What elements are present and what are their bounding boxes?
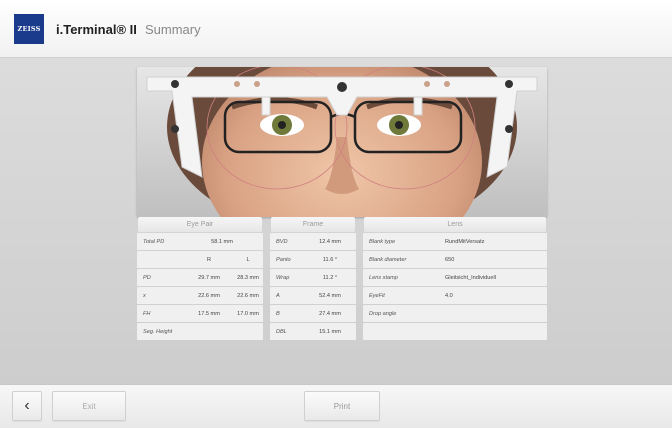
b-value: 27.4 mm	[319, 310, 341, 317]
seg-height-row: Seg. Height	[137, 323, 263, 340]
x-row: x 22.6 mm 22.6 mm	[137, 287, 263, 304]
pd-left-value: 28.3 mm	[237, 274, 259, 281]
panto-value: 11.6 °	[322, 256, 338, 263]
app-title: i.Terminal® II	[56, 22, 137, 37]
blank-diameter-row: Blank diameter 650	[363, 251, 547, 268]
bvd-row: BVD 12.4 mm	[270, 233, 356, 250]
pd-label: PD	[143, 274, 151, 281]
lens-stamp-label: Lens stamp	[369, 274, 398, 281]
wrap-value: 11.2 °	[322, 274, 338, 281]
bvd-value: 12.4 mm	[319, 238, 341, 245]
frame-heading: Frame	[271, 217, 355, 232]
back-button[interactable]: ‹	[12, 391, 42, 421]
lens-table: Lens Blank type RundMitVersatz Blank dia…	[363, 217, 547, 341]
seg-height-label: Seg. Height	[143, 328, 173, 335]
wrap-label: Wrap	[276, 274, 290, 281]
lens-heading: Lens	[364, 217, 546, 232]
panto-label: Panto	[276, 256, 291, 263]
exit-button[interactable]: Exit	[52, 391, 126, 421]
dbl-label: DBL	[276, 328, 287, 335]
empty-row	[363, 323, 547, 340]
frame-table: Frame BVD 12.4 mm Panto 11.6 ° Wrap 11.2…	[270, 217, 356, 341]
total-pd-row: Total PD 58.1 mm	[137, 233, 263, 250]
dbl-row: DBL 15.1 mm	[270, 323, 356, 340]
blank-diameter-label: Blank diameter	[369, 256, 407, 263]
eyefit-label: EyeFit	[369, 292, 385, 299]
total-pd-value: 58.1 mm	[211, 238, 233, 245]
side-header-row: R L	[137, 251, 263, 268]
x-left-value: 22.6 mm	[237, 292, 259, 299]
eyefit-row: EyeFit 4.0	[363, 287, 547, 304]
drop-angle-label: Drop angle	[369, 310, 397, 317]
a-value: 52.4 mm	[319, 292, 341, 299]
blank-type-value: RundMitVersatz	[445, 238, 485, 245]
fh-right-value: 17.5 mm	[198, 310, 220, 317]
blank-diameter-value: 650	[445, 256, 455, 263]
footer-bar: ‹ Exit Print	[0, 384, 672, 428]
fh-row: FH 17.5 mm 17.0 mm	[137, 305, 263, 322]
x-label: x	[143, 292, 146, 299]
summary-panel: Eye Pair Total PD 58.1 mm R L PD 29.7 mm…	[0, 58, 672, 384]
wrap-row: Wrap 11.2 °	[270, 269, 356, 286]
drop-angle-row: Drop angle	[363, 305, 547, 322]
face-with-measuring-clip-image	[137, 67, 547, 217]
right-eye-label: R	[206, 256, 212, 263]
fh-label: FH	[143, 310, 151, 317]
b-row: B 27.4 mm	[270, 305, 356, 322]
print-button[interactable]: Print	[304, 391, 380, 421]
blank-type-row: Blank type RundMitVersatz	[363, 233, 547, 250]
blank-type-label: Blank type	[369, 238, 396, 245]
panto-row: Panto 11.6 °	[270, 251, 356, 268]
dbl-value: 15.1 mm	[319, 328, 341, 335]
x-right-value: 22.6 mm	[198, 292, 220, 299]
a-row: A 52.4 mm	[270, 287, 356, 304]
left-eye-label: L	[246, 256, 250, 263]
eye-pair-heading: Eye Pair	[138, 217, 262, 232]
lens-stamp-row: Lens stamp Gleitsicht_Individuell	[363, 269, 547, 286]
eyefit-value: 4.0	[445, 292, 453, 299]
app-header: ZEISS i.Terminal® II Summary	[0, 0, 672, 58]
chevron-left-icon: ‹	[24, 397, 30, 414]
a-label: A	[276, 292, 280, 299]
lens-stamp-value: Gleitsicht_Individuell	[445, 274, 496, 281]
zeiss-logo: ZEISS	[14, 14, 44, 44]
fh-left-value: 17.0 mm	[237, 310, 259, 317]
bvd-label: BVD	[276, 238, 288, 245]
face-frame-photo	[137, 67, 547, 217]
pd-right-value: 29.7 mm	[198, 274, 220, 281]
b-label: B	[276, 310, 280, 317]
pd-row: PD 29.7 mm 28.3 mm	[137, 269, 263, 286]
page-title: Summary	[145, 22, 201, 37]
eye-pair-table: Eye Pair Total PD 58.1 mm R L PD 29.7 mm…	[137, 217, 263, 341]
total-pd-label: Total PD	[143, 238, 165, 245]
